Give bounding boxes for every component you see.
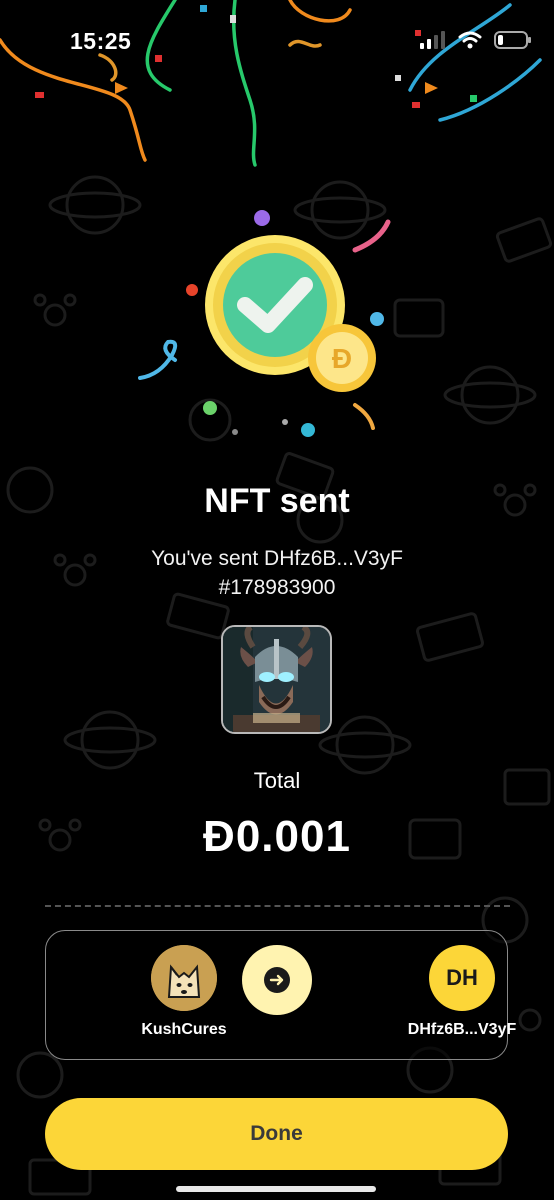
arrow-right-icon: [264, 967, 290, 993]
dogecoin-coin-icon: Đ: [308, 324, 376, 392]
success-check-illustration: Đ: [138, 210, 391, 437]
recipient-name: DHfz6B...V3yF: [407, 1021, 517, 1038]
sender-name: KushCures: [141, 1021, 227, 1038]
total-amount: Đ0.001: [203, 812, 351, 861]
battery-icon: [494, 31, 531, 49]
wifi-icon: [458, 31, 482, 49]
confirmation-title: NFT sent: [204, 482, 350, 520]
nft-thumbnail: [221, 625, 332, 734]
status-time: 15:25: [70, 28, 132, 54]
done-button[interactable]: Done: [45, 1098, 508, 1170]
sender: KushCures: [114, 945, 254, 1039]
status-icons: [420, 30, 532, 50]
transfer-summary-card: KushCures DH DHfz6B...V3yF: [45, 930, 516, 1060]
total-label: Total: [253, 768, 301, 793]
dashed-divider: [45, 905, 510, 907]
cellular-signal-icon: [420, 31, 445, 49]
nft-id-text: #178983900: [218, 576, 336, 599]
home-indicator: [176, 1186, 376, 1192]
transfer-arrow: [242, 945, 312, 1015]
svg-text:Đ: Đ: [332, 343, 352, 374]
dog-avatar-icon: [151, 945, 217, 1011]
sender-avatar: [151, 945, 217, 1011]
nft-artwork: [223, 627, 330, 732]
sent-to-text: You've sent DHfz6B...V3yF: [151, 547, 403, 570]
recipient-avatar: DH: [429, 945, 495, 1011]
confirmation-subtitle: You've sent DHfz6B...V3yF #178983900: [0, 544, 554, 602]
recipient: DH DHfz6B...V3yF: [392, 945, 532, 1039]
